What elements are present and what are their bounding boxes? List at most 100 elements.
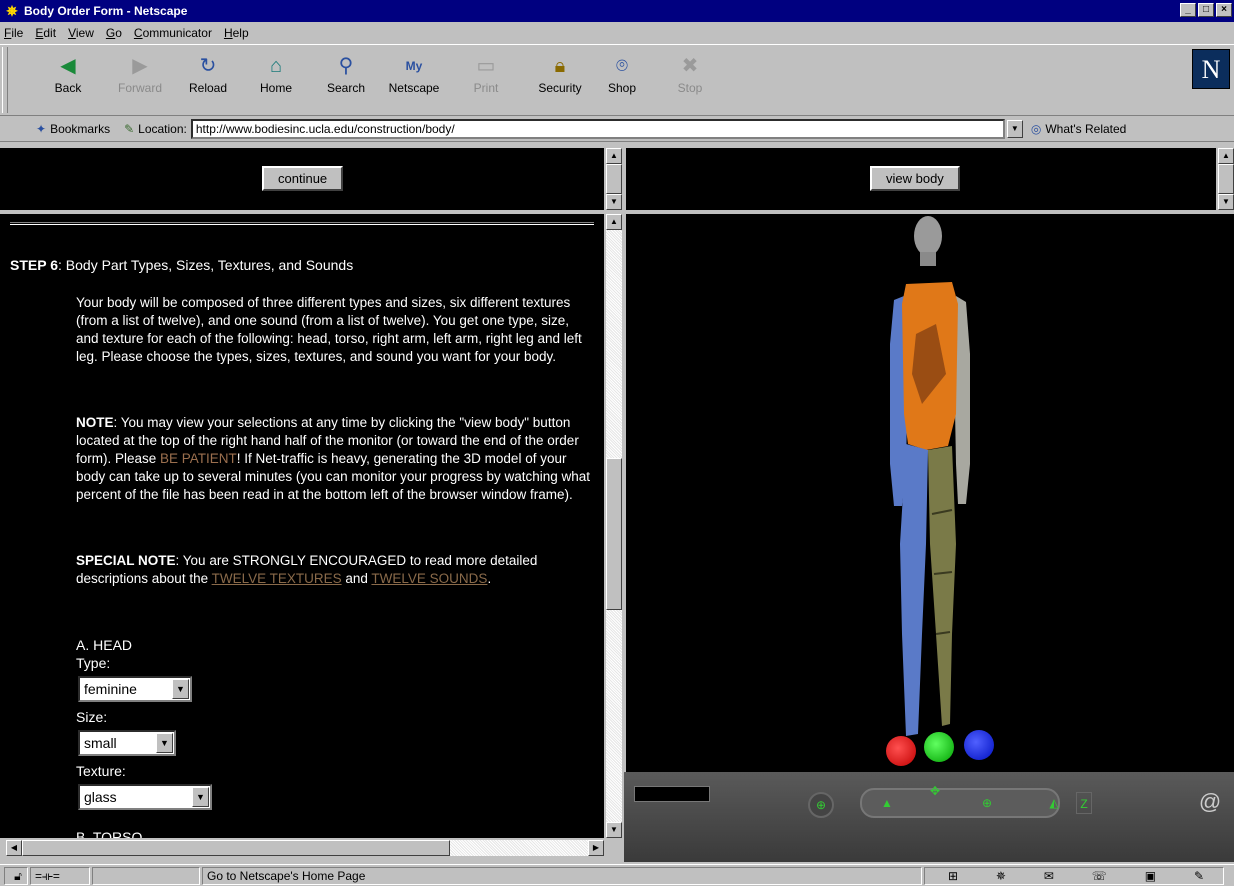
address-book-icon[interactable]: ▣ <box>1145 868 1156 884</box>
status-message: Go to Netscape's Home Page <box>202 866 922 885</box>
print-button[interactable]: ▭ Print <box>456 49 516 111</box>
scroll-up-button[interactable]: ▲ <box>606 214 622 230</box>
head-size-select[interactable]: small ▼ <box>78 730 176 756</box>
close-button[interactable]: × <box>1216 3 1232 17</box>
navigator-icon[interactable]: ⊞ <box>948 868 958 884</box>
note-paragraph: NOTE: You may view your selections at an… <box>76 415 591 502</box>
red-light-sphere[interactable] <box>886 736 916 766</box>
right-top-frame: view body <box>626 148 1216 210</box>
scroll-up-button[interactable]: ▲ <box>606 148 622 164</box>
search-button[interactable]: ⚲ Search <box>316 49 376 111</box>
location-toolbar: ✦ Bookmarks ✎ Location: http://www.bodie… <box>0 116 1234 142</box>
window-titlebar: ✵ Body Order Form - Netscape _ □ × <box>0 0 1234 22</box>
menu-help[interactable]: Help <box>224 26 249 40</box>
browser-content: continue ▲ ▼ view body ▲ ▼ STEP 6: Body … <box>0 142 1234 862</box>
scroll-right-button[interactable]: ▶ <box>588 840 604 856</box>
menu-go[interactable]: Go <box>106 26 122 40</box>
bookmarks-button[interactable]: ✦ Bookmarks <box>36 122 110 136</box>
tilt-icon[interactable]: ◭ <box>1042 792 1066 814</box>
left-top-frame: continue <box>0 148 604 210</box>
body-right-leg <box>900 444 928 736</box>
composer-icon[interactable]: ✎ <box>1194 868 1204 884</box>
order-form-frame: STEP 6: Body Part Types, Sizes, Textures… <box>0 214 604 838</box>
walk-icon[interactable]: ▲ <box>872 792 902 814</box>
minimize-button[interactable]: _ <box>1180 3 1196 17</box>
navigation-toolbar: ◀ Back ▶ Forward ↻ Reload ⌂ Home ⚲ Searc… <box>0 44 1234 116</box>
view-body-button[interactable]: view body <box>870 166 960 191</box>
whats-related-button[interactable]: ◎ What's Related <box>1031 122 1126 136</box>
component-bar: ⊞ ✵ ✉ ☏ ▣ ✎ <box>924 866 1224 885</box>
menu-communicator[interactable]: Communicator <box>134 26 212 40</box>
viewpoint-display[interactable] <box>634 786 710 802</box>
netscape-logo[interactable]: N <box>1192 49 1230 89</box>
scroll-thumb[interactable] <box>606 458 622 610</box>
head-texture-select[interactable]: glass ▼ <box>78 784 212 810</box>
status-bar: 🔓︎ =⟛= Go to Netscape's Home Page ⊞ ✵ ✉ … <box>0 864 1234 886</box>
scroll-thumb[interactable] <box>1218 164 1234 194</box>
scroll-thumb[interactable] <box>606 164 622 194</box>
menu-view[interactable]: View <box>68 26 94 40</box>
scroll-left-button[interactable]: ◀ <box>6 840 22 856</box>
scroll-down-button[interactable]: ▼ <box>1218 194 1234 210</box>
stop-button[interactable]: ✖ Stop <box>660 49 720 111</box>
window-title: Body Order Form - Netscape <box>24 4 188 18</box>
zoom-icon[interactable]: Z <box>1076 792 1092 814</box>
head-type-select[interactable]: feminine ▼ <box>78 676 192 702</box>
step-heading: STEP 6: Body Part Types, Sizes, Textures… <box>10 257 354 273</box>
menu-edit[interactable]: Edit <box>35 26 56 40</box>
location-dropdown-button[interactable]: ▼ <box>1006 119 1023 138</box>
scroll-down-button[interactable]: ▼ <box>606 822 622 838</box>
cosmo-logo-icon: @ <box>1198 789 1222 814</box>
location-url-input[interactable]: http://www.bodiesinc.ucla.edu/constructi… <box>190 118 1005 139</box>
pan-icon[interactable]: ✥ <box>920 780 950 802</box>
connection-status-icon: =⟛= <box>30 866 90 885</box>
head-texture-label: Texture: <box>76 763 126 779</box>
torso-heading: B. TORSO <box>76 829 143 838</box>
menu-file[interactable]: File <box>4 26 23 40</box>
forward-button[interactable]: ▶ Forward <box>110 49 170 111</box>
shop-button[interactable]: ⌾ Shop <box>592 49 652 111</box>
shop-icon: ⌾ <box>616 55 628 77</box>
head-size-label: Size: <box>76 709 108 725</box>
security-button[interactable]: 🔒︎ Security <box>530 49 590 111</box>
body-viewer-frame <box>626 214 1234 772</box>
body-model[interactable] <box>626 214 1234 772</box>
lock-icon: 🔒︎ <box>554 55 566 77</box>
special-note-paragraph: SPECIAL NOTE: You are STRONGLY ENCOURAGE… <box>76 553 538 586</box>
blue-light-sphere[interactable] <box>964 730 994 760</box>
seek-button[interactable]: ⊕ <box>808 792 834 818</box>
mail-icon[interactable]: ✉ <box>1044 868 1054 884</box>
security-status-icon[interactable]: 🔓︎ <box>4 866 28 885</box>
hscroll-thumb[interactable] <box>22 840 450 856</box>
continue-button[interactable]: continue <box>262 166 344 191</box>
my-netscape-icon: My <box>405 59 423 73</box>
order-form-hscrollbar[interactable]: ◀ ▶ <box>6 840 604 856</box>
right-top-scrollbar[interactable]: ▲ ▼ <box>1218 148 1234 210</box>
netscape-button[interactable]: My Netscape <box>384 49 444 111</box>
rotate-icon[interactable]: ⊕ <box>972 792 1002 814</box>
back-button[interactable]: ◀ Back <box>38 49 98 111</box>
chevron-down-icon: ▼ <box>156 733 173 753</box>
netscape-icon[interactable]: ✵ <box>996 868 1006 884</box>
stop-icon: ✖ <box>681 55 699 77</box>
left-top-scrollbar[interactable]: ▲ ▼ <box>606 148 622 210</box>
divider <box>10 222 594 225</box>
green-light-sphere[interactable] <box>924 732 954 762</box>
chevron-down-icon: ▼ <box>192 787 209 807</box>
printer-icon: ▭ <box>476 55 496 77</box>
order-form-scrollbar[interactable]: ▲ ▼ <box>606 214 622 838</box>
intro-paragraph: Your body will be composed of three diff… <box>76 295 582 364</box>
toolbar-grip[interactable] <box>2 47 8 113</box>
maximize-button[interactable]: □ <box>1198 3 1214 17</box>
scroll-down-button[interactable]: ▼ <box>606 194 622 210</box>
twelve-textures-link[interactable]: TWELVE TEXTURES <box>212 571 342 586</box>
home-button[interactable]: ⌂ Home <box>246 49 306 111</box>
twelve-sounds-link[interactable]: TWELVE SOUNDS <box>371 571 487 586</box>
body-neck <box>920 252 936 266</box>
reload-button[interactable]: ↻ Reload <box>178 49 238 111</box>
body-left-leg <box>928 446 956 726</box>
scroll-up-button[interactable]: ▲ <box>1218 148 1234 164</box>
chevron-down-icon: ▼ <box>172 679 189 699</box>
discussion-icon[interactable]: ☏ <box>1092 868 1107 884</box>
head-type-label: Type: <box>76 655 111 671</box>
